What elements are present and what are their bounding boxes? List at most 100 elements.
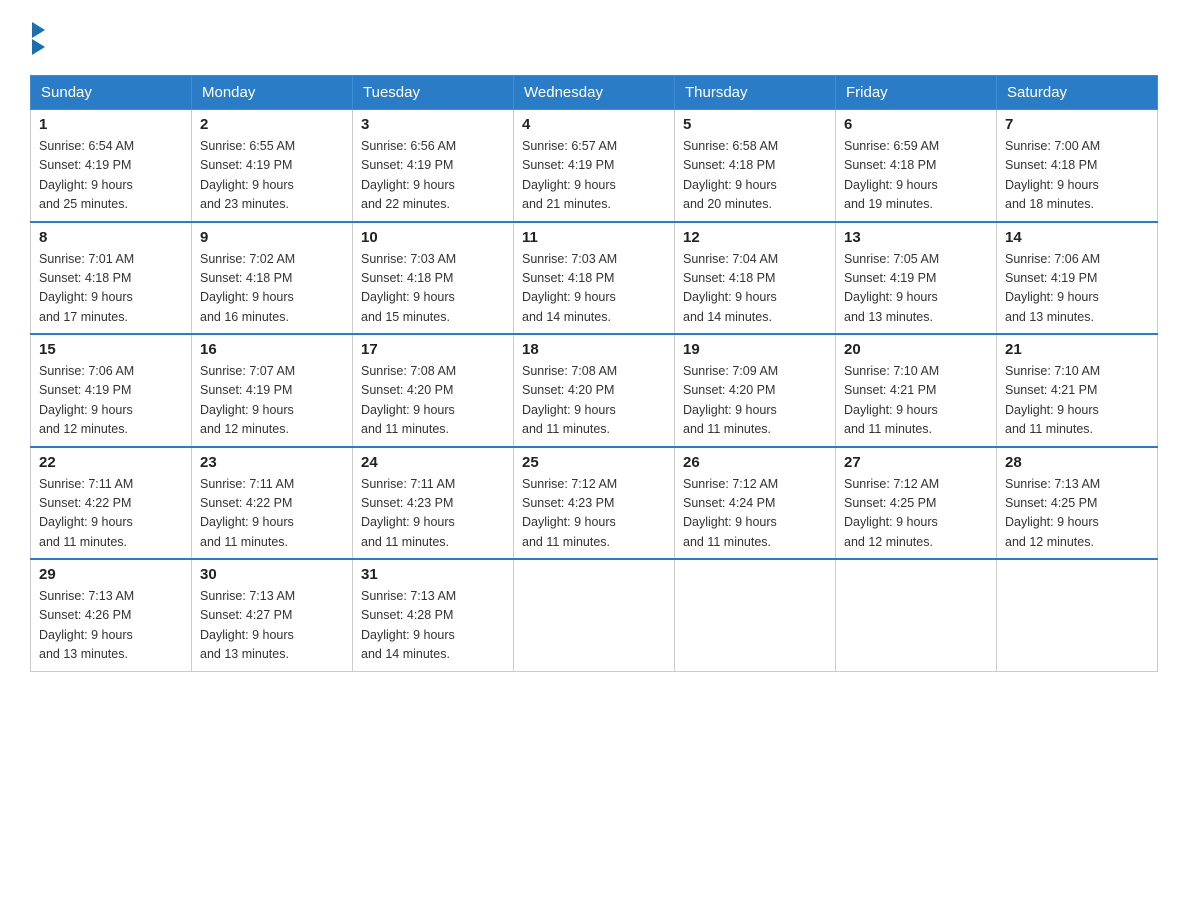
week-row-1: 1 Sunrise: 6:54 AM Sunset: 4:19 PM Dayli… <box>31 110 1158 222</box>
calendar-cell: 21 Sunrise: 7:10 AM Sunset: 4:21 PM Dayl… <box>997 334 1158 447</box>
header-monday: Monday <box>192 76 353 110</box>
calendar-cell: 6 Sunrise: 6:59 AM Sunset: 4:18 PM Dayli… <box>836 110 997 222</box>
day-info: Sunrise: 7:11 AM Sunset: 4:23 PM Dayligh… <box>361 475 505 553</box>
week-row-5: 29 Sunrise: 7:13 AM Sunset: 4:26 PM Dayl… <box>31 559 1158 671</box>
calendar-cell <box>675 559 836 671</box>
day-info: Sunrise: 7:01 AM Sunset: 4:18 PM Dayligh… <box>39 250 183 328</box>
day-number: 19 <box>683 341 827 358</box>
day-number: 3 <box>361 116 505 133</box>
day-number: 30 <box>200 566 344 583</box>
day-number: 9 <box>200 229 344 246</box>
calendar-cell: 27 Sunrise: 7:12 AM Sunset: 4:25 PM Dayl… <box>836 447 997 560</box>
calendar-cell: 16 Sunrise: 7:07 AM Sunset: 4:19 PM Dayl… <box>192 334 353 447</box>
day-number: 24 <box>361 454 505 471</box>
calendar-cell: 20 Sunrise: 7:10 AM Sunset: 4:21 PM Dayl… <box>836 334 997 447</box>
day-info: Sunrise: 6:57 AM Sunset: 4:19 PM Dayligh… <box>522 137 666 215</box>
calendar-cell: 19 Sunrise: 7:09 AM Sunset: 4:20 PM Dayl… <box>675 334 836 447</box>
calendar-cell: 11 Sunrise: 7:03 AM Sunset: 4:18 PM Dayl… <box>514 222 675 335</box>
calendar-cell: 17 Sunrise: 7:08 AM Sunset: 4:20 PM Dayl… <box>353 334 514 447</box>
day-number: 16 <box>200 341 344 358</box>
header-thursday: Thursday <box>675 76 836 110</box>
calendar-cell: 29 Sunrise: 7:13 AM Sunset: 4:26 PM Dayl… <box>31 559 192 671</box>
day-info: Sunrise: 7:06 AM Sunset: 4:19 PM Dayligh… <box>1005 250 1149 328</box>
day-info: Sunrise: 7:03 AM Sunset: 4:18 PM Dayligh… <box>522 250 666 328</box>
week-row-3: 15 Sunrise: 7:06 AM Sunset: 4:19 PM Dayl… <box>31 334 1158 447</box>
calendar-cell: 2 Sunrise: 6:55 AM Sunset: 4:19 PM Dayli… <box>192 110 353 222</box>
day-info: Sunrise: 7:13 AM Sunset: 4:27 PM Dayligh… <box>200 587 344 665</box>
day-info: Sunrise: 7:13 AM Sunset: 4:26 PM Dayligh… <box>39 587 183 665</box>
day-info: Sunrise: 7:04 AM Sunset: 4:18 PM Dayligh… <box>683 250 827 328</box>
day-number: 21 <box>1005 341 1149 358</box>
day-number: 29 <box>39 566 183 583</box>
day-number: 2 <box>200 116 344 133</box>
day-info: Sunrise: 6:59 AM Sunset: 4:18 PM Dayligh… <box>844 137 988 215</box>
logo-arrow-top <box>32 22 45 38</box>
calendar-cell: 31 Sunrise: 7:13 AM Sunset: 4:28 PM Dayl… <box>353 559 514 671</box>
day-number: 18 <box>522 341 666 358</box>
day-number: 5 <box>683 116 827 133</box>
day-info: Sunrise: 7:10 AM Sunset: 4:21 PM Dayligh… <box>844 362 988 440</box>
day-number: 6 <box>844 116 988 133</box>
day-number: 11 <box>522 229 666 246</box>
logo-block <box>30 20 45 55</box>
day-info: Sunrise: 7:12 AM Sunset: 4:25 PM Dayligh… <box>844 475 988 553</box>
week-row-2: 8 Sunrise: 7:01 AM Sunset: 4:18 PM Dayli… <box>31 222 1158 335</box>
calendar-cell: 23 Sunrise: 7:11 AM Sunset: 4:22 PM Dayl… <box>192 447 353 560</box>
weekday-header-row: SundayMondayTuesdayWednesdayThursdayFrid… <box>31 76 1158 110</box>
calendar-cell: 28 Sunrise: 7:13 AM Sunset: 4:25 PM Dayl… <box>997 447 1158 560</box>
page-header <box>30 20 1158 55</box>
day-number: 1 <box>39 116 183 133</box>
calendar-cell: 25 Sunrise: 7:12 AM Sunset: 4:23 PM Dayl… <box>514 447 675 560</box>
day-number: 8 <box>39 229 183 246</box>
calendar-cell: 1 Sunrise: 6:54 AM Sunset: 4:19 PM Dayli… <box>31 110 192 222</box>
day-info: Sunrise: 7:12 AM Sunset: 4:23 PM Dayligh… <box>522 475 666 553</box>
day-number: 27 <box>844 454 988 471</box>
calendar-cell: 13 Sunrise: 7:05 AM Sunset: 4:19 PM Dayl… <box>836 222 997 335</box>
day-info: Sunrise: 7:03 AM Sunset: 4:18 PM Dayligh… <box>361 250 505 328</box>
day-number: 22 <box>39 454 183 471</box>
calendar-cell <box>997 559 1158 671</box>
header-tuesday: Tuesday <box>353 76 514 110</box>
header-friday: Friday <box>836 76 997 110</box>
calendar-cell: 8 Sunrise: 7:01 AM Sunset: 4:18 PM Dayli… <box>31 222 192 335</box>
day-info: Sunrise: 7:13 AM Sunset: 4:28 PM Dayligh… <box>361 587 505 665</box>
day-number: 7 <box>1005 116 1149 133</box>
day-number: 15 <box>39 341 183 358</box>
logo-arrow-bottom <box>32 39 45 55</box>
header-wednesday: Wednesday <box>514 76 675 110</box>
calendar-cell: 12 Sunrise: 7:04 AM Sunset: 4:18 PM Dayl… <box>675 222 836 335</box>
day-number: 20 <box>844 341 988 358</box>
day-number: 10 <box>361 229 505 246</box>
calendar-cell: 14 Sunrise: 7:06 AM Sunset: 4:19 PM Dayl… <box>997 222 1158 335</box>
calendar-cell: 5 Sunrise: 6:58 AM Sunset: 4:18 PM Dayli… <box>675 110 836 222</box>
logo[interactable] <box>30 20 45 55</box>
calendar-cell: 30 Sunrise: 7:13 AM Sunset: 4:27 PM Dayl… <box>192 559 353 671</box>
day-info: Sunrise: 6:55 AM Sunset: 4:19 PM Dayligh… <box>200 137 344 215</box>
calendar-cell: 15 Sunrise: 7:06 AM Sunset: 4:19 PM Dayl… <box>31 334 192 447</box>
day-info: Sunrise: 7:13 AM Sunset: 4:25 PM Dayligh… <box>1005 475 1149 553</box>
day-info: Sunrise: 6:54 AM Sunset: 4:19 PM Dayligh… <box>39 137 183 215</box>
day-number: 17 <box>361 341 505 358</box>
day-number: 13 <box>844 229 988 246</box>
calendar-cell <box>836 559 997 671</box>
day-info: Sunrise: 7:07 AM Sunset: 4:19 PM Dayligh… <box>200 362 344 440</box>
calendar-cell: 24 Sunrise: 7:11 AM Sunset: 4:23 PM Dayl… <box>353 447 514 560</box>
day-info: Sunrise: 7:05 AM Sunset: 4:19 PM Dayligh… <box>844 250 988 328</box>
day-info: Sunrise: 7:08 AM Sunset: 4:20 PM Dayligh… <box>522 362 666 440</box>
calendar-cell: 18 Sunrise: 7:08 AM Sunset: 4:20 PM Dayl… <box>514 334 675 447</box>
day-info: Sunrise: 7:02 AM Sunset: 4:18 PM Dayligh… <box>200 250 344 328</box>
day-number: 26 <box>683 454 827 471</box>
day-number: 14 <box>1005 229 1149 246</box>
day-number: 31 <box>361 566 505 583</box>
header-sunday: Sunday <box>31 76 192 110</box>
day-info: Sunrise: 7:11 AM Sunset: 4:22 PM Dayligh… <box>200 475 344 553</box>
day-info: Sunrise: 7:11 AM Sunset: 4:22 PM Dayligh… <box>39 475 183 553</box>
day-info: Sunrise: 6:58 AM Sunset: 4:18 PM Dayligh… <box>683 137 827 215</box>
calendar-cell: 10 Sunrise: 7:03 AM Sunset: 4:18 PM Dayl… <box>353 222 514 335</box>
day-info: Sunrise: 7:08 AM Sunset: 4:20 PM Dayligh… <box>361 362 505 440</box>
day-info: Sunrise: 7:09 AM Sunset: 4:20 PM Dayligh… <box>683 362 827 440</box>
calendar-cell: 7 Sunrise: 7:00 AM Sunset: 4:18 PM Dayli… <box>997 110 1158 222</box>
day-info: Sunrise: 7:06 AM Sunset: 4:19 PM Dayligh… <box>39 362 183 440</box>
calendar-table: SundayMondayTuesdayWednesdayThursdayFrid… <box>30 75 1158 672</box>
week-row-4: 22 Sunrise: 7:11 AM Sunset: 4:22 PM Dayl… <box>31 447 1158 560</box>
